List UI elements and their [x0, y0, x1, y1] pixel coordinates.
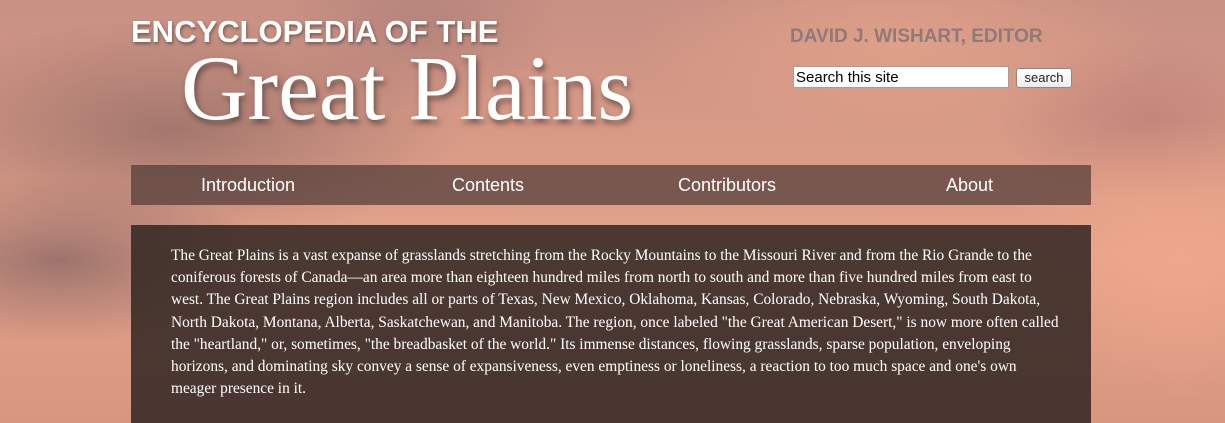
site-logo[interactable]: ENCYCLOPEDIA OF THE Great Plains: [131, 10, 751, 160]
search-input[interactable]: [793, 66, 1009, 88]
nav-item-contents[interactable]: Contents: [452, 165, 524, 205]
nav-item-introduction[interactable]: Introduction: [201, 165, 295, 205]
intro-panel: The Great Plains is a vast expanse of gr…: [131, 225, 1091, 423]
main-nav: Introduction Contents Contributors About: [131, 165, 1091, 205]
search-button[interactable]: search: [1016, 68, 1072, 88]
nav-item-about[interactable]: About: [946, 165, 993, 205]
logo-title: Great Plains: [181, 37, 634, 139]
nav-item-contributors[interactable]: Contributors: [678, 165, 776, 205]
intro-paragraph: The Great Plains is a vast expanse of gr…: [171, 247, 1059, 398]
editor-credit: DAVID J. WISHART, EDITOR: [790, 26, 1043, 47]
